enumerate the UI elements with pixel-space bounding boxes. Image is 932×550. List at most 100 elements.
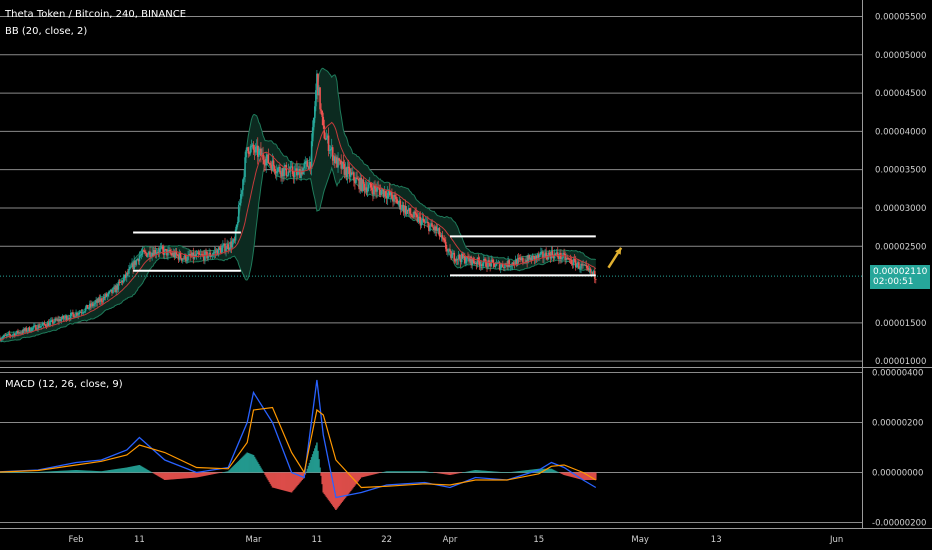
candle-body <box>250 146 253 147</box>
candle-body <box>28 327 31 332</box>
candle-body <box>522 257 524 263</box>
candle-body <box>60 319 63 322</box>
candle-body <box>473 261 476 264</box>
candle-body <box>197 252 200 255</box>
macd-indicator-label: MACD (12, 26, close, 9) <box>5 379 123 390</box>
candle-body <box>481 263 484 267</box>
candle-body <box>443 239 446 242</box>
candle-body <box>142 250 145 252</box>
candle-body <box>427 221 429 224</box>
x-tick-label: 22 <box>381 535 392 545</box>
candle-body <box>323 125 326 139</box>
candle-body <box>272 160 275 167</box>
candle-body <box>320 109 322 111</box>
price-y-tick-label: 0.00004000 <box>875 127 926 137</box>
candle-body <box>573 259 576 261</box>
candle-body <box>432 226 434 228</box>
candle-body <box>569 259 572 260</box>
macd-histogram-bar <box>150 471 152 473</box>
price-y-tick-label: 0.00002500 <box>875 242 926 252</box>
candle-body <box>222 245 224 248</box>
candle-body <box>397 203 400 205</box>
candle-body <box>342 161 345 164</box>
candle-body <box>140 253 143 256</box>
candle-body <box>236 221 239 225</box>
candle-body <box>442 238 445 240</box>
candle-body <box>485 259 487 267</box>
candle-body <box>84 307 87 312</box>
candle-body <box>241 190 243 195</box>
x-tick-label: May <box>631 535 649 545</box>
candle-body <box>207 256 209 259</box>
x-tick-label: 13 <box>711 535 722 545</box>
candle-body <box>327 135 330 151</box>
last-price-value: 0.00002110 <box>873 267 928 277</box>
candle-body <box>243 177 245 180</box>
candle-body <box>585 265 588 266</box>
candle-body <box>11 334 14 336</box>
candle-body <box>502 264 504 268</box>
candle-body <box>101 301 104 303</box>
candle-body <box>570 259 573 265</box>
candle-body <box>130 266 132 268</box>
candle-body <box>238 202 241 205</box>
candle-body <box>39 326 41 328</box>
candle-body <box>438 228 441 237</box>
candle-body <box>415 213 418 215</box>
candle-body <box>186 260 188 261</box>
x-tick-label: Jun <box>829 535 843 545</box>
candle-body <box>244 157 246 178</box>
candle-body <box>313 106 316 118</box>
candle-body <box>83 311 86 313</box>
candle-body <box>447 250 449 252</box>
candle-body <box>87 307 90 309</box>
candle-body <box>453 252 456 261</box>
candle-body <box>112 288 114 293</box>
candle-body <box>234 229 237 241</box>
candle-body <box>310 141 313 169</box>
bb-indicator-label: BB (20, close, 2) <box>5 26 88 37</box>
candle-body <box>556 252 559 257</box>
candle-body <box>285 165 288 176</box>
candle-body <box>6 334 9 336</box>
candle-body <box>237 204 240 222</box>
candle-body <box>322 116 325 126</box>
candle-body <box>394 195 396 197</box>
candle-body <box>510 265 513 267</box>
price-y-tick-label: 0.00003000 <box>875 204 926 214</box>
price-y-tick-label: 0.00004500 <box>875 89 926 99</box>
candle-body <box>252 144 255 150</box>
candle-body <box>410 213 412 216</box>
candle-body <box>159 247 162 249</box>
candle-body <box>362 179 365 184</box>
candle-body <box>279 166 281 173</box>
candle-body <box>265 158 268 166</box>
candle-body <box>395 196 397 200</box>
candle-body <box>195 253 198 257</box>
candle-body <box>221 247 223 253</box>
candle-body <box>247 147 250 154</box>
candle-body <box>328 150 331 152</box>
candle-body <box>449 249 451 252</box>
candle-body <box>304 161 307 165</box>
candle-body <box>267 154 270 164</box>
candle-body <box>539 254 541 258</box>
candle-body <box>494 265 497 267</box>
candle-body <box>371 187 373 191</box>
candle-body <box>561 258 563 260</box>
candle-body <box>138 255 141 262</box>
candle-body <box>210 256 213 257</box>
candle-body <box>441 235 444 239</box>
x-tick-label: Mar <box>246 535 263 545</box>
candle-body <box>563 253 565 254</box>
candle-body <box>269 163 272 165</box>
candle-body <box>69 313 72 319</box>
candle-body <box>319 87 321 110</box>
candle-body <box>149 251 151 258</box>
macd-y-tick-label: 0.00000400 <box>872 369 923 379</box>
candle-body <box>63 317 66 319</box>
candle-body <box>48 322 51 326</box>
candle-body <box>586 265 589 268</box>
candle-body <box>94 302 96 305</box>
candle-body <box>329 149 332 151</box>
